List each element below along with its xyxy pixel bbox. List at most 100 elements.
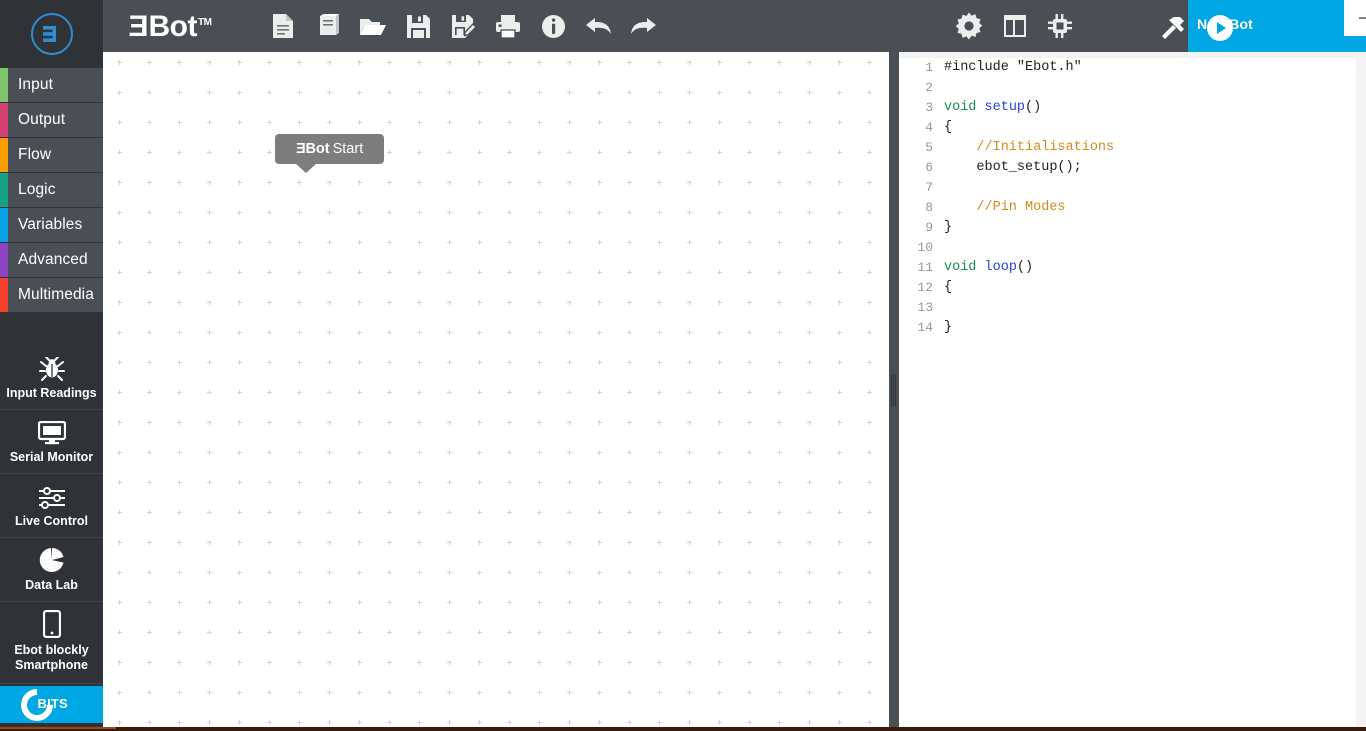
grid-dot (447, 450, 452, 455)
grid-dot (417, 360, 422, 365)
gear-icon[interactable] (952, 10, 986, 42)
code-text[interactable]: ebot_setup(); (940, 158, 1081, 178)
grid-dot (147, 570, 152, 575)
code-line: 4{ (899, 118, 1356, 138)
sidebar-category-output[interactable]: Output (0, 103, 103, 138)
grid-dot (447, 570, 452, 575)
sidebar-category-label: Input (18, 76, 53, 93)
sidebar-category-label: Output (18, 111, 66, 128)
grid-dot (567, 270, 572, 275)
layout-panels-icon[interactable] (998, 10, 1032, 42)
grid-dot (297, 330, 302, 335)
grid-dot (657, 90, 662, 95)
code-editor-pane[interactable]: 1 #include "Ebot.h" 2 3 void setup() 4{5 //In… (899, 52, 1366, 727)
grid-dot (147, 480, 152, 485)
ebot-logo[interactable] (0, 0, 103, 68)
redo-icon[interactable] (626, 10, 660, 42)
code-text[interactable]: } (940, 218, 952, 238)
grid-dot (837, 90, 842, 95)
grid-dot (717, 150, 722, 155)
grid-dot (207, 570, 212, 575)
grid-dot (417, 420, 422, 425)
sidebar-category-variables[interactable]: Variables (0, 208, 103, 243)
grid-dot (237, 450, 242, 455)
grid-dot (867, 450, 872, 455)
grid-dot (567, 450, 572, 455)
sidebar-category-flow[interactable]: Flow (0, 138, 103, 173)
examples-book-icon[interactable] (311, 10, 345, 42)
grid-dot (447, 600, 452, 605)
code-lines[interactable]: 1 #include "Ebot.h" 2 3 void setup() 4{5 //In… (899, 58, 1356, 727)
grid-dot (237, 510, 242, 515)
save-as-icon[interactable] (446, 10, 480, 42)
open-folder-icon[interactable] (356, 10, 390, 42)
sidebar-tool-serial-monitor[interactable]: Serial Monitor (0, 410, 103, 474)
grid-dot (207, 420, 212, 425)
code-text[interactable]: { (940, 278, 952, 298)
code-text[interactable]: } (940, 318, 952, 338)
sidebar-tool-live-control[interactable]: Live Control (0, 474, 103, 538)
grid-dot (477, 180, 482, 185)
ebot-start-block[interactable]: EBot Start (275, 134, 384, 164)
sidebar-category-multimedia[interactable]: Multimedia (0, 278, 103, 313)
grid-dot (597, 660, 602, 665)
undo-icon[interactable] (581, 10, 615, 42)
code-text[interactable]: void setup() (940, 98, 1041, 118)
info-icon[interactable] (536, 10, 570, 42)
code-text[interactable]: //Initialisations (940, 138, 1114, 158)
sidebar-category-logic[interactable]: Logic (0, 173, 103, 208)
grid-dot (627, 570, 632, 575)
grid-dot (267, 630, 272, 635)
code-token: "Ebot.h" (1016, 60, 1082, 75)
code-text[interactable]: #include "Ebot.h" (940, 58, 1082, 78)
grid-dot (177, 600, 182, 605)
grid-dot (177, 450, 182, 455)
grid-dot (867, 720, 872, 725)
blockly-canvas[interactable]: EBotStart + − (103, 52, 889, 727)
grid-dot (567, 120, 572, 125)
grid-dot (297, 180, 302, 185)
grid-dot (687, 240, 692, 245)
grid-dot (537, 450, 542, 455)
grid-dot (717, 180, 722, 185)
sidebar-tool-input-readings[interactable]: Input Readings (0, 346, 103, 410)
grid-dot (117, 330, 122, 335)
grid-dot (267, 270, 272, 275)
print-icon[interactable] (491, 10, 525, 42)
grid-dot (417, 120, 422, 125)
grid-dot (627, 690, 632, 695)
grid-dot (477, 570, 482, 575)
sidebar-tool-ebot-blockly-smartphone[interactable]: Ebot blockly Smartphone (0, 602, 103, 684)
sidebar-tool-list: Input Readings Serial Monitor Live Control… (0, 346, 103, 684)
code-line: 13 (899, 298, 1356, 318)
pane-splitter[interactable] (889, 52, 899, 727)
play-circle-icon[interactable] (1203, 12, 1237, 44)
grid-dot (717, 600, 722, 605)
save-icon[interactable] (401, 10, 435, 42)
grid-dot (837, 600, 842, 605)
grid-dot (507, 480, 512, 485)
sidebar-category-advanced[interactable]: Advanced (0, 243, 103, 278)
grid-dot (267, 660, 272, 665)
code-text[interactable]: //Pin Modes (940, 198, 1066, 218)
grid-dot (747, 420, 752, 425)
grid-dot (717, 210, 722, 215)
minimize-icon[interactable] (1344, 0, 1366, 36)
sidebar-tool-data-lab[interactable]: Data Lab (0, 538, 103, 602)
code-text[interactable]: { (940, 118, 952, 138)
hammer-wrench-icon[interactable] (1156, 12, 1190, 44)
grid-dot (537, 210, 542, 215)
grid-dot (567, 600, 572, 605)
grid-dot (297, 90, 302, 95)
grid-dot (357, 450, 362, 455)
code-text[interactable]: void loop() (940, 258, 1033, 278)
grid-dot (597, 300, 602, 305)
grid-dot (777, 630, 782, 635)
code-token: //Pin Modes (944, 200, 1066, 215)
sidebar-category-input[interactable]: Input (0, 68, 103, 103)
grid-dot (237, 90, 242, 95)
grid-dot (237, 570, 242, 575)
chip-icon[interactable] (1043, 10, 1077, 42)
new-file-icon[interactable] (266, 10, 300, 42)
grid-dot (657, 420, 662, 425)
